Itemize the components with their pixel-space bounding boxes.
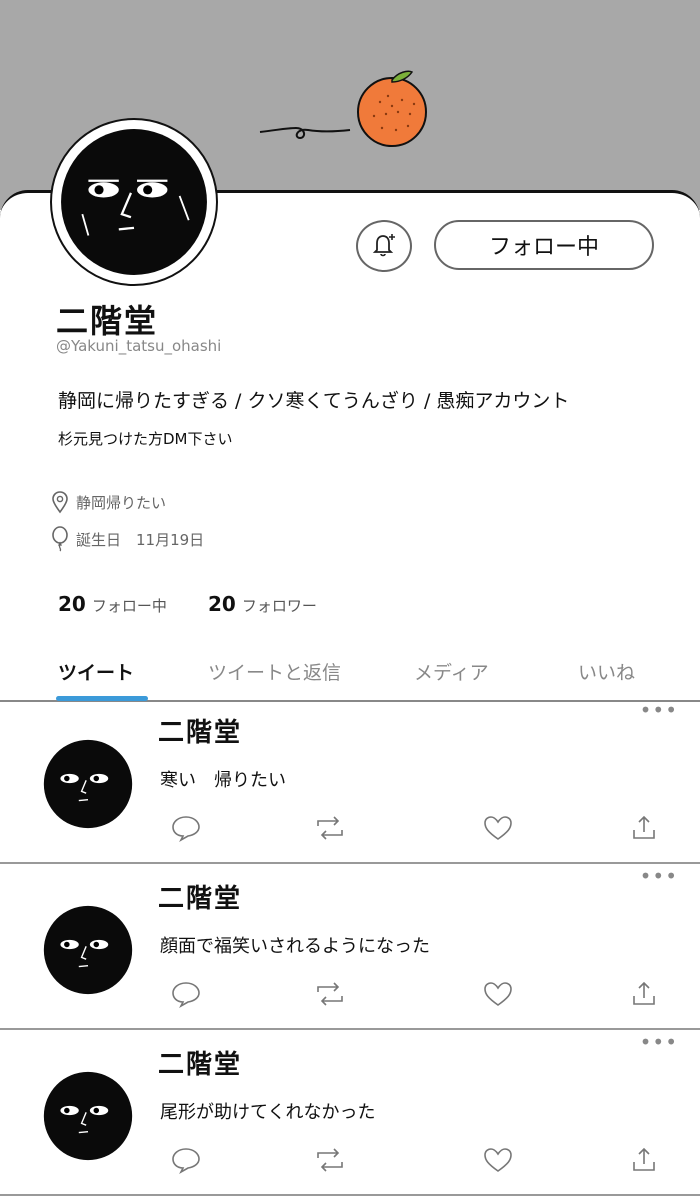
heart-icon[interactable] [482, 814, 514, 842]
following-label: フォロー中 [91, 597, 167, 615]
location-pin-icon [52, 491, 68, 514]
retweet-icon[interactable] [314, 814, 346, 842]
followers-count-link[interactable]: 20 フォロワー [208, 592, 317, 616]
orange-fruit-icon [357, 70, 427, 147]
active-tab-indicator [56, 696, 148, 701]
tweet-avatar[interactable] [42, 904, 134, 996]
squiggle-line [259, 126, 351, 140]
profile-birthday: 誕生日 11月19日 [50, 526, 204, 552]
profile-handle: @Yakuni_tatsu_ohashi [56, 337, 222, 355]
tweet-text: 寒い 帰りたい [160, 770, 286, 791]
tweet-text: 顔面で福笑いされるようになった [160, 936, 430, 957]
tweet-avatar[interactable] [42, 738, 134, 830]
more-dots-icon[interactable]: ••• [640, 698, 678, 722]
retweet-icon[interactable] [314, 980, 346, 1008]
heart-icon[interactable] [482, 1146, 514, 1174]
share-icon[interactable] [628, 814, 660, 842]
bio-line-1: 静岡に帰りたすぎる / クソ寒くてうんざり / 愚痴アカウント [58, 390, 570, 412]
speech-bubble-icon[interactable] [170, 1146, 202, 1174]
tweet-item[interactable]: ••• 二階堂 顔面で福笑いされるようになった [0, 864, 700, 1030]
tab-tweets[interactable]: ツイート [58, 658, 134, 685]
tweet-text: 尾形が助けてくれなかった [160, 1102, 376, 1123]
tweet-author: 二階堂 [158, 718, 243, 748]
followers-count: 20 [208, 592, 236, 616]
profile-tabs: ツイート ツイートと返信 メディア いいね [0, 652, 700, 702]
share-icon[interactable] [628, 1146, 660, 1174]
speech-bubble-icon[interactable] [170, 980, 202, 1008]
balloon-icon [52, 526, 68, 552]
more-dots-icon[interactable]: ••• [640, 1030, 678, 1054]
following-count: 20 [58, 592, 86, 616]
tweet-author: 二階堂 [158, 1050, 243, 1080]
tweet-author: 二階堂 [158, 884, 243, 914]
profile-name: 二階堂 [56, 302, 159, 340]
following-count-link[interactable]: 20 フォロー中 [58, 592, 167, 616]
heart-icon[interactable] [482, 980, 514, 1008]
more-dots-icon[interactable]: ••• [640, 864, 678, 888]
profile-avatar[interactable] [50, 118, 218, 286]
bio-line-2: 杉元見つけた方DM下さい [58, 430, 233, 448]
following-button[interactable]: フォロー中 [434, 220, 654, 270]
avatar-face-icon [61, 129, 207, 275]
retweet-icon[interactable] [314, 1146, 346, 1174]
profile-location: 静岡帰りたい [50, 490, 166, 514]
followers-label: フォロワー [241, 597, 317, 615]
tweet-avatar[interactable] [42, 1070, 134, 1162]
tweet-item[interactable]: ••• 二階堂 寒い 帰りたい [0, 698, 700, 864]
share-icon[interactable] [628, 980, 660, 1008]
speech-bubble-icon[interactable] [170, 814, 202, 842]
tab-tweets-and-replies[interactable]: ツイートと返信 [208, 658, 341, 685]
bell-plus-icon [372, 233, 395, 256]
birthday-text: 誕生日 11月19日 [76, 530, 205, 549]
location-text: 静岡帰りたい [76, 493, 167, 512]
notification-bell-button[interactable] [356, 220, 412, 272]
tweet-item[interactable]: ••• 二階堂 尾形が助けてくれなかった [0, 1030, 700, 1196]
tab-media[interactable]: メディア [414, 658, 489, 685]
tab-likes[interactable]: いいね [578, 658, 635, 685]
